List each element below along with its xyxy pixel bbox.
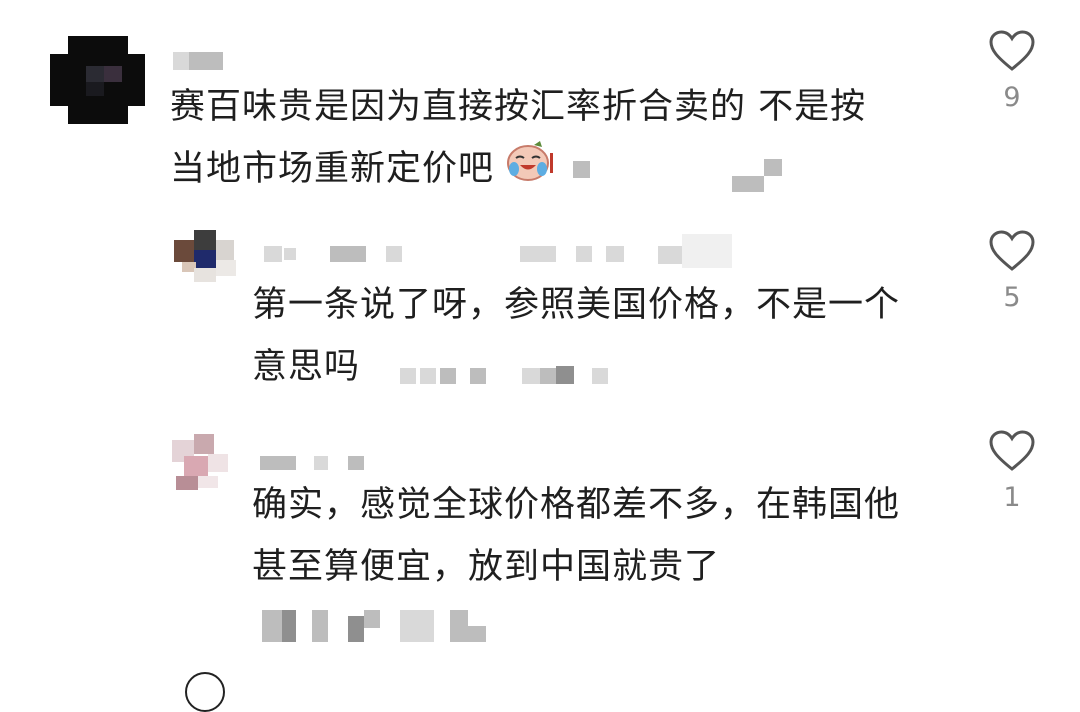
comment-2: 第一条说了呀，参照美国价格，不是一个 意思吗 5: [0, 220, 1080, 420]
like-button[interactable]: 5: [982, 230, 1042, 313]
comment-1: 赛百味贵是因为直接按汇率折合卖的 不是按 当地市场重新定价吧 9: [0, 0, 1080, 210]
like-count: 9: [1003, 82, 1021, 113]
avatar[interactable]: [172, 226, 244, 288]
like-count: 1: [1003, 482, 1021, 513]
avatar[interactable]: [172, 434, 244, 496]
heart-icon[interactable]: [989, 30, 1035, 72]
username-blurred[interactable]: [173, 52, 233, 74]
comment-text: 第一条说了呀，参照美国价格，不是一个 意思吗: [252, 285, 901, 387]
heart-icon[interactable]: [989, 230, 1035, 272]
heart-icon[interactable]: [989, 430, 1035, 472]
username-blurred[interactable]: [258, 454, 378, 476]
comment-3: 确实，感觉全球价格都差不多，在韩国他 甚至算便宜，放到中国就贵了 1: [0, 430, 1080, 679]
username-blurred[interactable]: [258, 234, 738, 268]
comment-text: 确实，感觉全球价格都差不多，在韩国他 甚至算便宜，放到中国就贵了: [252, 485, 901, 587]
like-button[interactable]: 1: [982, 430, 1042, 513]
crying-laughing-emoji-icon: [506, 139, 554, 201]
like-count: 5: [1003, 282, 1021, 313]
next-comment-avatar-partial: [185, 672, 225, 712]
avatar[interactable]: [50, 36, 145, 124]
like-button[interactable]: 9: [982, 30, 1042, 113]
